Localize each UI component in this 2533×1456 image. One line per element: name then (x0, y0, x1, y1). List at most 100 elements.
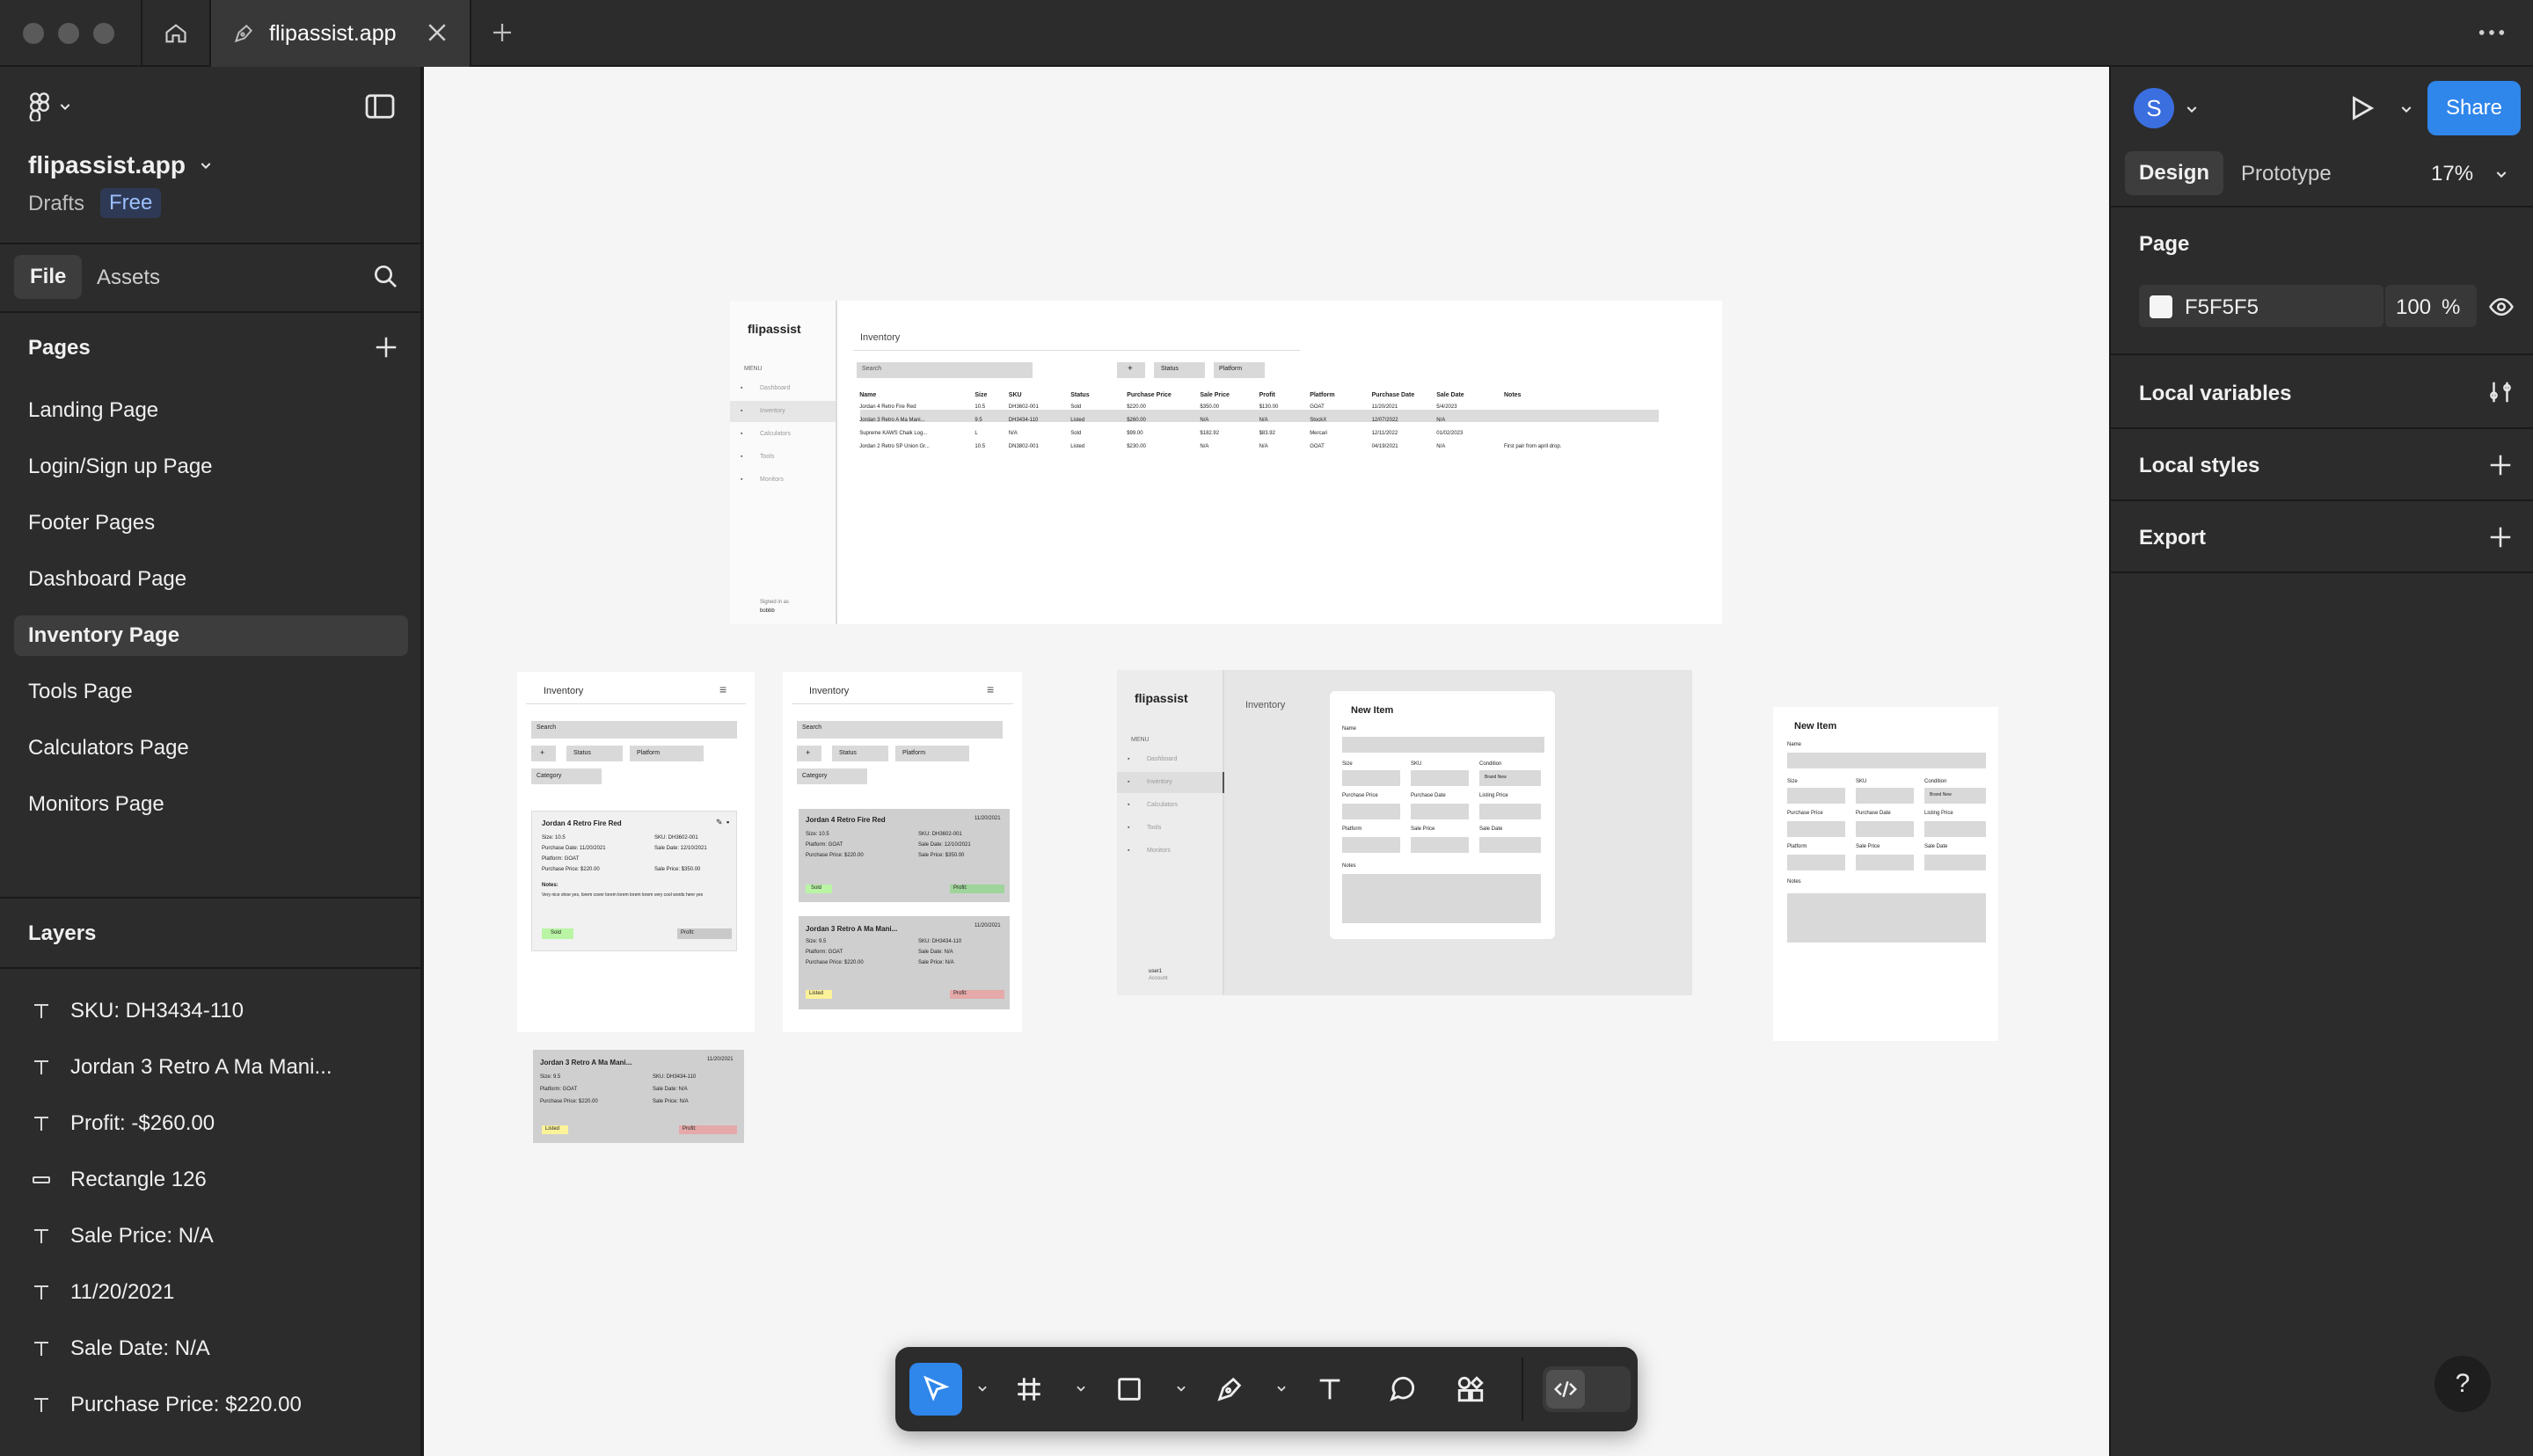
page-item[interactable]: Landing Page (14, 390, 408, 431)
purchase-price-field[interactable] (1787, 821, 1845, 837)
frame-tool[interactable] (1003, 1363, 1055, 1416)
page-item[interactable]: Dashboard Page (14, 559, 408, 600)
notes-field[interactable] (1787, 893, 1986, 943)
page-color-field[interactable] (2139, 285, 2383, 327)
nav-item[interactable]: Monitors (760, 477, 784, 483)
minimize-window-button[interactable] (58, 23, 79, 44)
desktop-inventory-frame[interactable]: flipassist MENU ▪ Dashboard ▪ Inventory ▪ Cal… (730, 301, 1722, 624)
platform-field[interactable] (1342, 837, 1400, 853)
sku-field[interactable] (1411, 770, 1469, 786)
text-tool[interactable] (1303, 1363, 1356, 1416)
layer-item[interactable]: Profit: -$260.00 (28, 1104, 215, 1143)
layer-item[interactable]: Jordan 3 Retro A Ma Mani... (28, 1048, 332, 1087)
platform-field[interactable] (1787, 855, 1845, 870)
mobile-inventory-frame-1[interactable]: Inventory ≡ Search + Status Platform Cat… (517, 672, 755, 1032)
notes-field[interactable] (1342, 874, 1541, 923)
add-style-icon[interactable] (2487, 452, 2514, 478)
chevron-down-icon[interactable] (1075, 1382, 1087, 1394)
search-input[interactable] (857, 362, 1033, 378)
chevron-down-icon[interactable] (2399, 102, 2413, 116)
main-menu-button[interactable] (28, 91, 72, 121)
nav-item[interactable]: Dashboard (760, 385, 790, 391)
tab-assets[interactable]: Assets (97, 266, 160, 290)
hamburger-icon[interactable]: ≡ (719, 682, 726, 696)
page-item[interactable]: Footer Pages (14, 503, 408, 543)
page-item[interactable]: Login/Sign up Page (14, 447, 408, 487)
variables-settings-icon[interactable] (2487, 378, 2514, 406)
help-button[interactable]: ? (2434, 1356, 2491, 1412)
resources-tool[interactable] (1444, 1363, 1497, 1416)
layer-item[interactable]: SKU: DH3434-110 (28, 992, 244, 1030)
nav-item[interactable]: Calculators (760, 431, 791, 437)
home-tab[interactable] (141, 0, 211, 67)
page-color-value[interactable]: F5F5F5 (2185, 295, 2259, 320)
add-export-icon[interactable] (2487, 524, 2514, 550)
rectangle-tool[interactable] (1103, 1363, 1156, 1416)
tab-design[interactable]: Design (2125, 151, 2224, 195)
share-button[interactable]: Share (2427, 81, 2521, 135)
play-icon[interactable] (2347, 93, 2376, 123)
name-field[interactable] (1342, 737, 1544, 753)
file-tab[interactable]: flipassist.app (211, 0, 471, 67)
tab-file[interactable]: File (14, 255, 83, 299)
page-item[interactable]: Monitors Page (14, 784, 408, 825)
color-swatch[interactable] (2150, 295, 2172, 318)
layer-item[interactable]: Purchase Price: $220.00 (28, 1386, 302, 1424)
listing-price-field[interactable] (1479, 804, 1541, 819)
layer-item[interactable]: Sale Price: N/A (28, 1217, 214, 1256)
hamburger-icon[interactable]: ≡ (987, 682, 994, 696)
chevron-down-icon[interactable] (1175, 1382, 1187, 1394)
purchase-date-field[interactable] (1856, 821, 1914, 837)
layer-item[interactable]: Sale Date: N/A (28, 1329, 210, 1368)
new-tab-icon[interactable] (489, 19, 515, 46)
avatar[interactable]: S (2134, 88, 2174, 128)
sale-date-field[interactable] (1924, 855, 1986, 870)
search-input[interactable] (797, 721, 1003, 739)
size-field[interactable] (1342, 770, 1400, 786)
chevron-down-icon[interactable] (2185, 102, 2199, 116)
page-item[interactable]: Calculators Page (14, 728, 408, 768)
mobile-new-item-frame[interactable]: New Item Name Size SKU Condition Brand N… (1773, 707, 1998, 1041)
move-tool[interactable] (909, 1363, 962, 1416)
local-variables-heading[interactable]: Local variables (2139, 382, 2291, 406)
nav-item[interactable]: Dashboard (1147, 756, 1177, 762)
chevron-down-icon[interactable] (2494, 167, 2508, 181)
desktop-new-item-frame[interactable]: flipassist MENU ▪ Dashboard ▪ Inventory ▪ Cal… (1117, 670, 1692, 995)
nav-item[interactable]: Inventory (760, 408, 785, 414)
close-tab-icon[interactable] (424, 19, 450, 46)
file-location[interactable]: Drafts (28, 192, 84, 216)
search-input[interactable] (531, 721, 737, 739)
purchase-price-field[interactable] (1342, 804, 1400, 819)
page-item[interactable]: Inventory Page (14, 615, 408, 656)
layer-item[interactable]: Rectangle 126 (28, 1161, 207, 1199)
add-page-icon[interactable] (373, 334, 399, 360)
nav-item[interactable]: Tools (760, 454, 774, 460)
chevron-down-icon[interactable] (199, 158, 213, 172)
tab-prototype[interactable]: Prototype (2241, 162, 2332, 186)
file-name[interactable]: flipassist.app (28, 151, 186, 179)
pen-tool[interactable] (1203, 1363, 1256, 1416)
size-field[interactable] (1787, 788, 1845, 804)
listing-price-field[interactable] (1924, 821, 1986, 837)
visibility-eye-icon[interactable] (2487, 294, 2515, 320)
delete-icon[interactable]: ▪ (726, 818, 729, 826)
page-item[interactable]: Tools Page (14, 672, 408, 712)
more-options-icon[interactable] (2477, 19, 2507, 46)
sale-date-field[interactable] (1479, 837, 1541, 853)
layer-item[interactable]: 11/20/2021 (28, 1273, 174, 1312)
dev-mode-toggle[interactable] (1543, 1366, 1631, 1412)
purchase-date-field[interactable] (1411, 804, 1469, 819)
sale-price-field[interactable] (1411, 837, 1469, 853)
sale-price-field[interactable] (1856, 855, 1914, 870)
chevron-down-icon[interactable] (1275, 1382, 1288, 1394)
edit-icon[interactable]: ✎ (716, 818, 723, 827)
comment-tool[interactable] (1376, 1363, 1428, 1416)
nav-item[interactable]: Calculators (1147, 802, 1178, 808)
design-canvas[interactable]: flipassist MENU ▪ Dashboard ▪ Inventory ▪ Cal… (424, 67, 2109, 1456)
toggle-sidebar-icon[interactable] (364, 93, 396, 120)
mobile-inventory-frame-2[interactable]: Inventory ≡ Search + Status Platform Cat… (783, 672, 1022, 1032)
close-window-button[interactable] (23, 23, 44, 44)
nav-item[interactable]: Inventory (1147, 779, 1172, 785)
search-icon[interactable] (371, 262, 399, 290)
name-field[interactable] (1787, 753, 1986, 768)
